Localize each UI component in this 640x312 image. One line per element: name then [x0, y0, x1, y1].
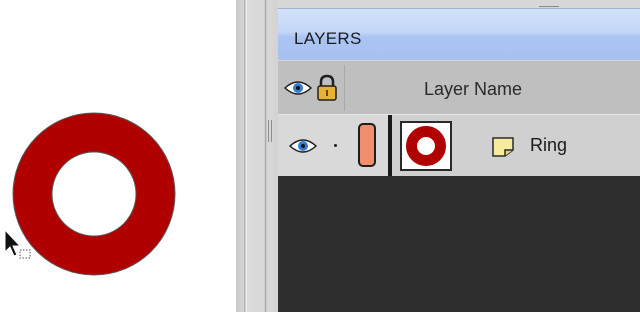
sticky-note-icon: [492, 137, 514, 157]
lock-toggle-dot[interactable]: [334, 144, 337, 147]
layer-thumbnail[interactable]: [400, 121, 452, 171]
layer-name-column-header: Layer Name: [424, 79, 523, 99]
splitter-grip-icon[interactable]: [268, 120, 273, 142]
layers-header-row: Layer Name: [278, 60, 640, 114]
layers-title-bar[interactable]: LAYERS: [278, 8, 640, 60]
arrow-cursor-icon: [4, 228, 31, 259]
panel-title: LAYERS: [294, 29, 362, 48]
panel-splitter[interactable]: [236, 0, 278, 312]
panel-resize-tick[interactable]: [539, 6, 559, 7]
eye-icon[interactable]: [283, 79, 313, 97]
eye-icon[interactable]: [288, 137, 318, 155]
ring-thumbnail-icon: [406, 126, 446, 166]
layer-row[interactable]: Ring: [278, 114, 640, 177]
layer-color-swatch[interactable]: [358, 123, 376, 167]
layer-row-separator: [388, 115, 392, 177]
lock-icon[interactable]: [316, 74, 338, 102]
layers-panel: LAYERS Layer Name Ring: [278, 0, 640, 312]
layers-list-empty-area[interactable]: [278, 176, 640, 312]
drawing-canvas[interactable]: [0, 0, 236, 312]
ring-shape[interactable]: [0, 0, 236, 312]
header-separator: [344, 65, 345, 111]
panel-top-strip: [278, 0, 640, 8]
layer-name[interactable]: Ring: [530, 135, 567, 156]
